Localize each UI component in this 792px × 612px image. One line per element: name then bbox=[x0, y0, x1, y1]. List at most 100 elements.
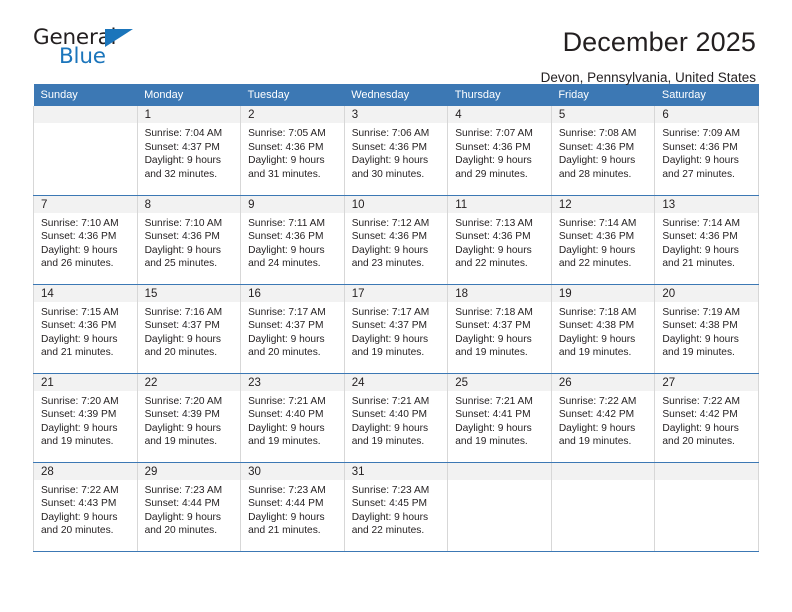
day-number: 2 bbox=[241, 106, 344, 123]
day-number: 8 bbox=[137, 195, 241, 213]
day-details: Sunrise: 7:18 AM Sunset: 4:37 PM Dayligh… bbox=[448, 302, 551, 360]
day-cell[interactable] bbox=[33, 106, 138, 196]
daylight-duration: Daylight: 9 hours and 32 minutes. bbox=[144, 155, 222, 180]
daylight-duration: Daylight: 9 hours and 27 minutes. bbox=[662, 155, 739, 180]
day-cell[interactable]: 27 Sunrise: 7:22 AM Sunset: 4:42 PM Dayl… bbox=[654, 373, 759, 463]
day-details: Sunrise: 7:19 AM Sunset: 4:38 PM Dayligh… bbox=[655, 302, 758, 360]
sunrise-time: Sunrise: 7:20 AM bbox=[144, 395, 223, 407]
sunrise-time: Sunrise: 7:07 AM bbox=[455, 128, 533, 139]
day-cell[interactable]: 10 Sunrise: 7:12 AM Sunset: 4:36 PM Dayl… bbox=[343, 195, 449, 285]
day-details: Sunrise: 7:04 AM Sunset: 4:37 PM Dayligh… bbox=[138, 123, 241, 181]
day-details: Sunrise: 7:20 AM Sunset: 4:39 PM Dayligh… bbox=[138, 391, 241, 449]
day-details: Sunrise: 7:17 AM Sunset: 4:37 PM Dayligh… bbox=[345, 302, 448, 360]
day-details: Sunrise: 7:23 AM Sunset: 4:44 PM Dayligh… bbox=[138, 480, 241, 538]
day-cell[interactable]: 3 Sunrise: 7:06 AM Sunset: 4:36 PM Dayli… bbox=[343, 106, 449, 196]
sunrise-time: Sunrise: 7:10 AM bbox=[41, 217, 119, 229]
day-cell[interactable]: 11 Sunrise: 7:13 AM Sunset: 4:36 PM Dayl… bbox=[447, 195, 552, 285]
general-blue-logo: General Blue bbox=[33, 26, 145, 72]
day-cell[interactable]: 28 Sunrise: 7:22 AM Sunset: 4:43 PM Dayl… bbox=[33, 462, 138, 552]
day-cell[interactable]: 15 Sunrise: 7:16 AM Sunset: 4:37 PM Dayl… bbox=[136, 284, 242, 374]
sunset-time: Sunset: 4:41 PM bbox=[455, 409, 531, 421]
day-details: Sunrise: 7:13 AM Sunset: 4:36 PM Dayligh… bbox=[448, 213, 551, 271]
day-cell[interactable]: 31 Sunrise: 7:23 AM Sunset: 4:45 PM Dayl… bbox=[343, 462, 449, 552]
daylight-duration: Daylight: 9 hours and 21 minutes. bbox=[248, 511, 325, 537]
day-number: 29 bbox=[137, 462, 241, 480]
daylight-duration: Daylight: 9 hours and 19 minutes. bbox=[351, 333, 429, 359]
sunrise-time: Sunrise: 7:23 AM bbox=[351, 484, 430, 496]
sunrise-time: Sunrise: 7:21 AM bbox=[351, 395, 430, 407]
day-cell[interactable]: 4 Sunrise: 7:07 AM Sunset: 4:36 PM Dayli… bbox=[447, 106, 552, 196]
day-cell[interactable]: 16 Sunrise: 7:17 AM Sunset: 4:37 PM Dayl… bbox=[240, 284, 345, 374]
day-details: Sunrise: 7:11 AM Sunset: 4:36 PM Dayligh… bbox=[241, 213, 344, 271]
sunrise-time: Sunrise: 7:12 AM bbox=[351, 217, 430, 229]
day-cell[interactable]: 5 Sunrise: 7:08 AM Sunset: 4:36 PM Dayli… bbox=[550, 106, 656, 196]
day-details: Sunrise: 7:23 AM Sunset: 4:44 PM Dayligh… bbox=[241, 480, 344, 538]
daylight-duration: Daylight: 9 hours and 20 minutes. bbox=[144, 511, 222, 537]
sunrise-time: Sunrise: 7:17 AM bbox=[351, 306, 430, 318]
day-cell[interactable]: 26 Sunrise: 7:22 AM Sunset: 4:42 PM Dayl… bbox=[550, 373, 656, 463]
day-number: 7 bbox=[34, 195, 137, 213]
day-details bbox=[448, 480, 551, 484]
day-cell[interactable]: 30 Sunrise: 7:23 AM Sunset: 4:44 PM Dayl… bbox=[240, 462, 345, 552]
daylight-duration: Daylight: 9 hours and 20 minutes. bbox=[41, 511, 118, 537]
calendar-week-row: 7 Sunrise: 7:10 AM Sunset: 4:36 PM Dayli… bbox=[33, 195, 759, 285]
sunrise-time: Sunrise: 7:09 AM bbox=[662, 128, 740, 139]
day-cell[interactable]: 24 Sunrise: 7:21 AM Sunset: 4:40 PM Dayl… bbox=[343, 373, 449, 463]
weekday-header-tuesday: Tuesday bbox=[240, 84, 345, 106]
day-details: Sunrise: 7:17 AM Sunset: 4:37 PM Dayligh… bbox=[241, 302, 344, 360]
day-cell[interactable]: 6 Sunrise: 7:09 AM Sunset: 4:36 PM Dayli… bbox=[654, 106, 759, 196]
day-cell[interactable]: 18 Sunrise: 7:18 AM Sunset: 4:37 PM Dayl… bbox=[447, 284, 552, 374]
sunset-time: Sunset: 4:42 PM bbox=[662, 409, 738, 421]
day-cell[interactable]: 7 Sunrise: 7:10 AM Sunset: 4:36 PM Dayli… bbox=[33, 195, 138, 285]
day-number: 18 bbox=[448, 284, 551, 302]
page-subtitle: Devon, Pennsylvania, United States bbox=[540, 70, 756, 85]
daylight-duration: Daylight: 9 hours and 19 minutes. bbox=[455, 422, 532, 448]
sunrise-time: Sunrise: 7:08 AM bbox=[558, 128, 637, 139]
sunrise-time: Sunrise: 7:05 AM bbox=[248, 128, 326, 139]
day-number: 14 bbox=[34, 284, 137, 302]
day-cell-empty bbox=[447, 462, 552, 552]
day-cell[interactable]: 22 Sunrise: 7:20 AM Sunset: 4:39 PM Dayl… bbox=[136, 373, 242, 463]
page-title: December 2025 bbox=[562, 27, 756, 57]
day-details bbox=[34, 123, 137, 127]
day-number: 30 bbox=[241, 462, 344, 480]
sunrise-time: Sunrise: 7:10 AM bbox=[144, 217, 223, 229]
day-cell[interactable]: 20 Sunrise: 7:19 AM Sunset: 4:38 PM Dayl… bbox=[654, 284, 759, 374]
sunset-time: Sunset: 4:37 PM bbox=[144, 320, 220, 332]
sunrise-time: Sunrise: 7:04 AM bbox=[144, 128, 223, 139]
day-cell[interactable]: 14 Sunrise: 7:15 AM Sunset: 4:36 PM Dayl… bbox=[33, 284, 138, 374]
weekday-header-wednesday: Wednesday bbox=[344, 84, 448, 106]
day-number: 20 bbox=[655, 284, 758, 302]
sunset-time: Sunset: 4:39 PM bbox=[144, 409, 220, 421]
sunset-time: Sunset: 4:36 PM bbox=[455, 141, 531, 153]
day-cell[interactable]: 21 Sunrise: 7:20 AM Sunset: 4:39 PM Dayl… bbox=[33, 373, 138, 463]
calendar-header-row: Sunday Monday Tuesday Wednesday Thursday… bbox=[33, 84, 759, 106]
day-cell[interactable]: 12 Sunrise: 7:14 AM Sunset: 4:36 PM Dayl… bbox=[550, 195, 656, 285]
day-number bbox=[655, 462, 758, 480]
day-cell[interactable]: 17 Sunrise: 7:17 AM Sunset: 4:37 PM Dayl… bbox=[343, 284, 449, 374]
day-details: Sunrise: 7:22 AM Sunset: 4:43 PM Dayligh… bbox=[34, 480, 137, 538]
day-cell[interactable]: 13 Sunrise: 7:14 AM Sunset: 4:36 PM Dayl… bbox=[654, 195, 759, 285]
day-cell[interactable]: 8 Sunrise: 7:10 AM Sunset: 4:36 PM Dayli… bbox=[136, 195, 242, 285]
sunrise-time: Sunrise: 7:23 AM bbox=[144, 484, 223, 496]
calendar-body: 1 Sunrise: 7:04 AM Sunset: 4:37 PM Dayli… bbox=[33, 106, 759, 552]
day-cell[interactable]: 2 Sunrise: 7:05 AM Sunset: 4:36 PM Dayli… bbox=[240, 106, 345, 196]
daylight-duration: Daylight: 9 hours and 26 minutes. bbox=[41, 244, 118, 270]
sunset-time: Sunset: 4:43 PM bbox=[41, 498, 117, 510]
sunrise-time: Sunrise: 7:14 AM bbox=[558, 217, 637, 229]
day-cell[interactable]: 9 Sunrise: 7:11 AM Sunset: 4:36 PM Dayli… bbox=[240, 195, 345, 285]
sunset-time: Sunset: 4:45 PM bbox=[351, 498, 428, 510]
daylight-duration: Daylight: 9 hours and 21 minutes. bbox=[41, 333, 118, 359]
day-cell[interactable]: 1 Sunrise: 7:04 AM Sunset: 4:37 PM Dayli… bbox=[136, 106, 242, 196]
daylight-duration: Daylight: 9 hours and 29 minutes. bbox=[455, 155, 532, 180]
daylight-duration: Daylight: 9 hours and 23 minutes. bbox=[351, 244, 429, 270]
day-cell[interactable]: 25 Sunrise: 7:21 AM Sunset: 4:41 PM Dayl… bbox=[447, 373, 552, 463]
logo-triangle-icon bbox=[105, 29, 133, 47]
sunset-time: Sunset: 4:38 PM bbox=[662, 320, 738, 332]
day-details: Sunrise: 7:21 AM Sunset: 4:41 PM Dayligh… bbox=[448, 391, 551, 449]
day-cell[interactable]: 19 Sunrise: 7:18 AM Sunset: 4:38 PM Dayl… bbox=[550, 284, 656, 374]
day-cell[interactable]: 29 Sunrise: 7:23 AM Sunset: 4:44 PM Dayl… bbox=[136, 462, 242, 552]
day-number: 31 bbox=[344, 462, 448, 480]
day-cell[interactable]: 23 Sunrise: 7:21 AM Sunset: 4:40 PM Dayl… bbox=[240, 373, 345, 463]
daylight-duration: Daylight: 9 hours and 22 minutes. bbox=[351, 511, 429, 537]
